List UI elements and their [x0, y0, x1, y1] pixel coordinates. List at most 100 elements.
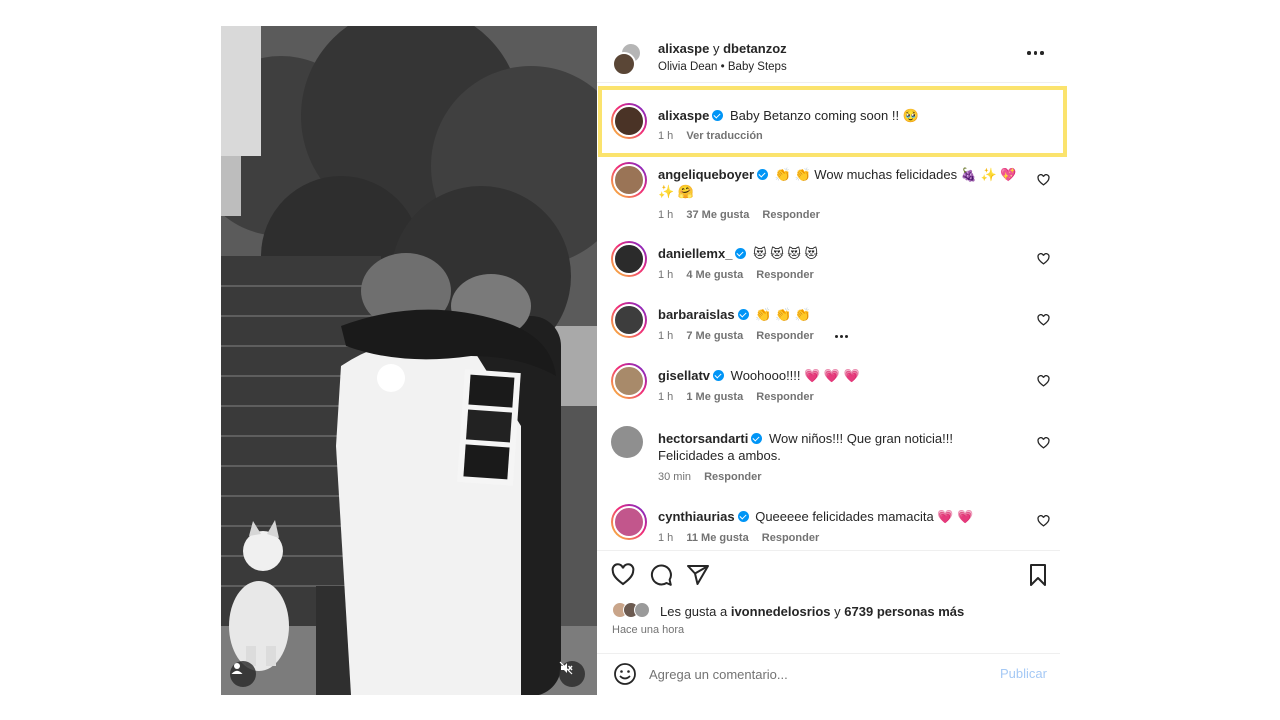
comment-likes[interactable]: 4 Me gusta	[686, 269, 743, 281]
bookmark-icon[interactable]	[1026, 563, 1050, 587]
add-comment-bar: Publicar	[597, 654, 1060, 694]
comment-text: cynthiaurias Queeeee felicidades mamacit…	[658, 508, 1018, 525]
heart-icon[interactable]	[1037, 174, 1050, 186]
caption-avatar[interactable]	[611, 103, 647, 139]
collab-avatars[interactable]	[612, 42, 646, 76]
username-link[interactable]: daniellemx_	[658, 246, 732, 261]
comment-avatar[interactable]	[611, 426, 643, 458]
comment-likes[interactable]: 7 Me gusta	[686, 330, 743, 342]
comment-body: Woohooo!!!! 💗 💗 💗	[730, 368, 860, 383]
comment-text: angeliqueboyer 👏 👏 Wow muchas felicidade…	[658, 166, 1018, 200]
divider	[597, 82, 1060, 83]
mute-icon	[559, 661, 573, 675]
likes-count-link[interactable]: 6739 personas más	[844, 604, 964, 619]
username-link[interactable]: alixaspe	[658, 41, 709, 56]
collab-usernames: alixaspe y dbetanzoz	[658, 41, 787, 56]
share-icon[interactable]	[686, 563, 710, 587]
username-link[interactable]: hectorsandarti	[658, 431, 748, 446]
comment-body: Queeeee felicidades mamacita 💗 💗	[755, 509, 974, 524]
song-artist: Olivia Dean	[658, 61, 718, 73]
heart-icon[interactable]	[1037, 253, 1050, 265]
reply-button[interactable]: Responder	[756, 330, 813, 342]
comment-time: 1 h	[658, 209, 674, 221]
reply-button[interactable]: Responder	[762, 209, 819, 221]
post-actions-bar	[597, 563, 1060, 593]
username-link[interactable]: ivonnedelosrios	[731, 604, 831, 619]
emoji-icon[interactable]	[613, 662, 637, 686]
comment-meta: 1 h 11 Me gusta Responder	[658, 532, 829, 544]
song-title: Baby Steps	[727, 61, 787, 73]
photo-image	[221, 26, 597, 695]
username-link[interactable]: angeliqueboyer	[658, 167, 754, 182]
verified-badge-icon	[735, 248, 747, 259]
likers-avatars[interactable]	[612, 602, 652, 620]
comment-avatar[interactable]	[611, 162, 647, 198]
comment-meta: 1 h 4 Me gusta Responder	[658, 269, 824, 281]
heart-icon[interactable]	[611, 563, 635, 587]
verified-badge-icon	[757, 169, 769, 180]
comment-avatar[interactable]	[611, 363, 647, 399]
conjunction-text: y	[712, 41, 720, 56]
caption-time: 1 h	[658, 130, 674, 142]
heart-icon[interactable]	[1037, 437, 1050, 449]
likes-conjunction: y	[834, 604, 841, 619]
comment-avatar[interactable]	[611, 241, 647, 277]
more-options-icon[interactable]	[1027, 48, 1045, 58]
post-details-pane: alixaspe y dbetanzoz Olivia Dean • Baby …	[597, 26, 1067, 695]
reply-button[interactable]: Responder	[704, 471, 761, 483]
audio-attribution[interactable]: Olivia Dean • Baby Steps	[658, 61, 787, 73]
username-link[interactable]: gisellatv	[658, 368, 710, 383]
song-separator: •	[720, 61, 725, 73]
comment-likes[interactable]: 11 Me gusta	[686, 532, 748, 544]
verified-badge-icon	[712, 110, 724, 121]
comment-body: 😻 😻 😻 😻	[753, 246, 819, 261]
caption-text: alixaspe Baby Betanzo coming soon !! 🥹	[658, 108, 919, 124]
comment-time: 1 h	[658, 269, 674, 281]
comment-time: 1 h	[658, 330, 674, 342]
tagged-users-button[interactable]	[230, 661, 256, 687]
comment-meta: 30 min Responder	[658, 471, 772, 483]
comment-text: daniellemx_ 😻 😻 😻 😻	[658, 245, 1018, 262]
publish-button[interactable]: Publicar	[1000, 666, 1047, 681]
comment-meta: 1 h 1 Me gusta Responder	[658, 391, 824, 403]
username-link[interactable]: dbetanzoz	[723, 41, 787, 56]
reply-button[interactable]: Responder	[762, 532, 819, 544]
comment-meta: 1 h 7 Me gusta Responder	[658, 330, 858, 342]
heart-icon[interactable]	[1037, 314, 1050, 326]
mute-button[interactable]	[559, 661, 585, 687]
post-photo[interactable]	[221, 26, 597, 695]
divider	[597, 550, 1060, 551]
username-link[interactable]: barbaraislas	[658, 307, 735, 322]
post-timestamp[interactable]: Hace una hora	[612, 624, 684, 636]
comment-likes[interactable]: 1 Me gusta	[686, 391, 743, 403]
comment-input[interactable]	[649, 663, 969, 685]
likes-prefix: Les gusta a	[660, 604, 728, 619]
comment-avatar[interactable]	[611, 504, 647, 540]
comment-time: 1 h	[658, 532, 674, 544]
reply-button[interactable]: Responder	[756, 391, 813, 403]
translate-link[interactable]: Ver traducción	[686, 130, 762, 142]
username-link[interactable]: alixaspe	[658, 108, 709, 123]
likes-text: Les gusta a ivonnedelosrios y 6739 perso…	[660, 604, 964, 619]
comment-time: 1 h	[658, 391, 674, 403]
comment-text: gisellatv Woohooo!!!! 💗 💗 💗	[658, 367, 1018, 384]
heart-icon[interactable]	[1037, 375, 1050, 387]
comment-likes[interactable]: 37 Me gusta	[686, 209, 749, 221]
comment-avatar[interactable]	[611, 302, 647, 338]
caption-meta: 1 h Ver traducción	[658, 130, 773, 142]
comment-time: 30 min	[658, 471, 692, 483]
verified-badge-icon	[737, 511, 749, 522]
verified-badge-icon	[713, 370, 725, 381]
username-link[interactable]: cynthiaurias	[658, 509, 735, 524]
comment-more-options-icon[interactable]	[834, 334, 848, 338]
heart-icon[interactable]	[1037, 515, 1050, 527]
comment-text: hectorsandarti Wow niños!!! Que gran not…	[658, 430, 1018, 464]
caption-body: Baby Betanzo coming soon !! 🥹	[729, 108, 919, 123]
comment-icon[interactable]	[649, 563, 673, 587]
instagram-post-modal: alixaspe y dbetanzoz Olivia Dean • Baby …	[221, 26, 1067, 695]
verified-badge-icon	[751, 433, 763, 444]
comment-text: barbaraislas 👏 👏 👏	[658, 306, 1018, 323]
reply-button[interactable]: Responder	[756, 269, 813, 281]
avatar	[612, 52, 636, 76]
user-tag-icon	[231, 663, 243, 674]
